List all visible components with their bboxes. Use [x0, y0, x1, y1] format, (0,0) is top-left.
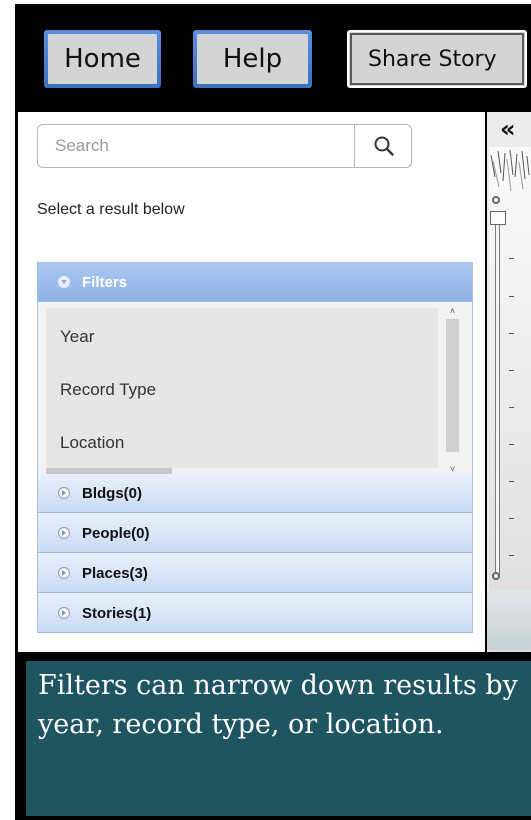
bldgs-header-label: Bldgs(0): [82, 484, 142, 502]
scroll-thumb[interactable]: [446, 319, 459, 452]
home-button[interactable]: Home: [44, 30, 161, 88]
search-input[interactable]: [38, 125, 354, 167]
help-button-label: Help: [222, 44, 283, 74]
expand-circle-icon: [58, 567, 70, 579]
zoom-handle[interactable]: [490, 211, 506, 225]
zoom-slider[interactable]: [495, 212, 500, 577]
zoom-tick: [509, 518, 514, 519]
scroll-down-icon[interactable]: ˅: [446, 464, 459, 474]
people-header-label: People(0): [82, 524, 150, 542]
vertical-scrollbar[interactable]: ˄ ˅: [446, 306, 459, 476]
filter-item-record-type[interactable]: Record Type: [60, 380, 156, 400]
search-button[interactable]: [354, 125, 411, 167]
double-chevron-left-icon[interactable]: «: [500, 117, 516, 141]
tutorial-caption: Filters can narrow down results by year,…: [26, 661, 531, 816]
places-header[interactable]: Places(3): [38, 554, 472, 593]
zoom-tick: [509, 444, 514, 445]
results-accordion: Filters Year Record Type Location ˄ ˅ Bl…: [37, 262, 473, 633]
zoom-in-icon[interactable]: [492, 196, 500, 204]
stories-header[interactable]: Stories(1): [38, 594, 472, 633]
share-story-button[interactable]: Share Story: [347, 30, 527, 88]
filter-list: Year Record Type Location: [46, 308, 438, 474]
share-story-button-label: Share Story: [368, 46, 497, 72]
zoom-tick: [509, 370, 514, 371]
filter-item-location[interactable]: Location: [60, 433, 124, 453]
zoom-tick: [509, 407, 514, 408]
search-box: [37, 124, 412, 168]
expand-circle-icon: [58, 487, 70, 499]
filter-item-year[interactable]: Year: [60, 327, 94, 347]
expand-circle-icon: [58, 607, 70, 619]
result-hint: Select a result below: [37, 201, 185, 218]
filters-header-label: Filters: [82, 273, 128, 291]
expand-circle-icon: [58, 527, 70, 539]
zoom-out-icon[interactable]: [492, 572, 500, 580]
map-lower-region: [487, 590, 531, 650]
home-button-label: Home: [64, 44, 141, 74]
scroll-up-icon[interactable]: ˄: [446, 306, 459, 316]
search-icon: [374, 136, 394, 156]
zoom-tick: [509, 555, 514, 556]
collapse-circle-icon: [58, 276, 70, 288]
zoom-tick: [509, 481, 514, 482]
filters-header[interactable]: Filters: [38, 263, 472, 302]
stories-header-label: Stories(1): [82, 604, 152, 622]
help-button[interactable]: Help: [193, 30, 312, 88]
bldgs-header[interactable]: Bldgs(0): [38, 474, 472, 513]
places-header-label: Places(3): [82, 564, 148, 582]
zoom-tick: [509, 258, 514, 259]
zoom-tick: [509, 333, 514, 334]
people-header[interactable]: People(0): [38, 514, 472, 553]
zoom-tick: [509, 296, 514, 297]
